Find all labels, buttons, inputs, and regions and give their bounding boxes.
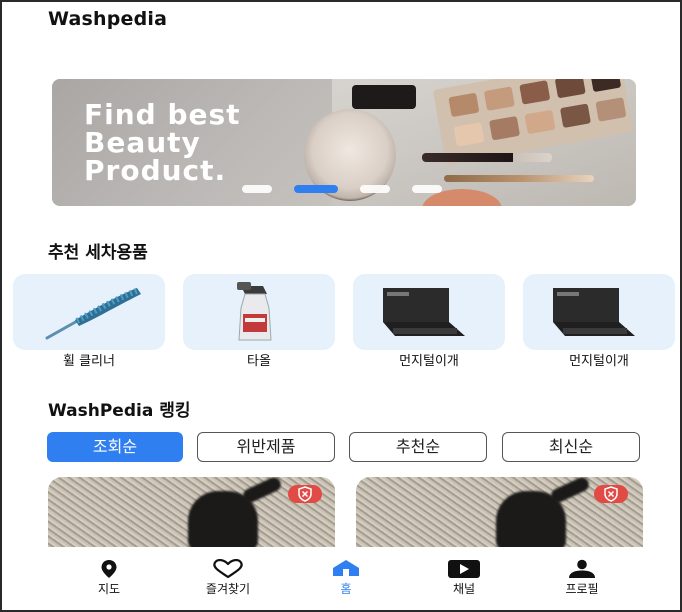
heart-icon	[213, 559, 243, 579]
tab-violations[interactable]: 위반제품	[197, 432, 335, 462]
nav-label: 홈	[340, 582, 352, 596]
product-card[interactable]	[356, 477, 643, 547]
app-screen: Washpedia Find best Beauty Product. 추천 세…	[0, 0, 682, 612]
recommend-card[interactable]	[183, 274, 335, 350]
recommend-card[interactable]	[523, 274, 675, 350]
violation-badge	[594, 485, 628, 503]
nav-label: 지도	[97, 582, 121, 596]
recommend-label: 먼지털이개	[399, 354, 459, 369]
dust-pad-icon	[383, 288, 465, 336]
nav-channel[interactable]: 채널	[404, 547, 524, 610]
nav-label: 즐겨찾기	[205, 582, 251, 596]
carousel-dot[interactable]	[360, 185, 390, 193]
tab-recommended[interactable]: 추천순	[349, 432, 487, 462]
carousel-dot[interactable]	[412, 185, 442, 193]
carousel-dot-active[interactable]	[294, 185, 338, 193]
compact-image	[352, 85, 416, 109]
home-icon	[333, 560, 359, 576]
nav-label: 채널	[452, 582, 476, 596]
recommend-title: 추천 세차용품	[48, 243, 148, 263]
recommend-card[interactable]	[353, 274, 505, 350]
person-icon	[569, 559, 595, 578]
promo-banner[interactable]: Find best Beauty Product.	[52, 79, 636, 206]
banner-headline: Find best Beauty Product.	[84, 98, 241, 187]
app-logo: Washpedia	[48, 8, 168, 30]
product-card[interactable]	[48, 477, 335, 547]
shield-x-icon	[604, 486, 618, 502]
nav-label: 프로필	[565, 582, 599, 596]
bottom-nav: 지도 즐겨찾기 홈 채널 프로필	[4, 547, 680, 610]
carousel-dot[interactable]	[242, 185, 272, 193]
recommend-label: 휠 클리너	[63, 354, 115, 369]
violation-badge	[288, 485, 322, 503]
nav-map[interactable]: 지도	[49, 547, 169, 610]
tab-views[interactable]: 조회순	[47, 432, 183, 462]
brush-image	[444, 175, 594, 182]
pencil-image	[422, 153, 552, 162]
tab-latest[interactable]: 최신순	[502, 432, 640, 462]
recommend-label: 타올	[247, 354, 271, 369]
dust-pad-icon	[553, 288, 635, 336]
spray-bottle-icon	[237, 282, 272, 341]
nav-favorites[interactable]: 즐겨찾기	[168, 547, 288, 610]
play-icon	[448, 560, 480, 578]
nav-home[interactable]: 홈	[286, 547, 406, 610]
recommend-label: 먼지털이개	[569, 354, 629, 369]
ranking-title: WashPedia 랭킹	[48, 401, 191, 421]
map-pin-icon	[101, 560, 117, 578]
nav-profile[interactable]: 프로필	[522, 547, 642, 610]
recommend-card[interactable]	[13, 274, 165, 350]
duster-icon	[45, 287, 141, 340]
shield-x-icon	[298, 486, 312, 502]
